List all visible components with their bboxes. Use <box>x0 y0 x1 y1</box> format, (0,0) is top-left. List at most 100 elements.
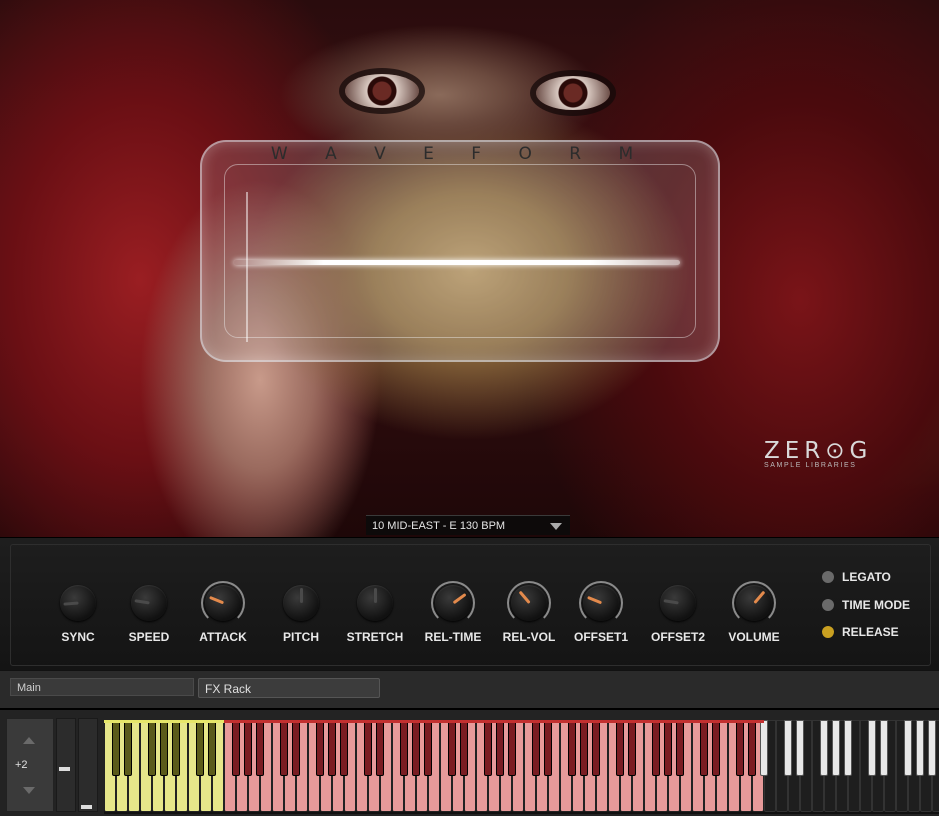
black-key[interactable] <box>124 720 132 776</box>
knob-offset2[interactable] <box>660 585 696 621</box>
black-key[interactable] <box>664 720 672 776</box>
knob-pointer-icon <box>63 601 79 606</box>
black-key[interactable] <box>148 720 156 776</box>
knob-pointer-icon <box>452 592 467 605</box>
black-key[interactable] <box>280 720 288 776</box>
black-key[interactable] <box>532 720 540 776</box>
black-key[interactable] <box>412 720 420 776</box>
black-key[interactable] <box>832 720 840 776</box>
black-key[interactable] <box>580 720 588 776</box>
black-key[interactable] <box>700 720 708 776</box>
black-key[interactable] <box>424 720 432 776</box>
black-key[interactable] <box>568 720 576 776</box>
black-key[interactable] <box>868 720 876 776</box>
black-key[interactable] <box>628 720 636 776</box>
black-key[interactable] <box>760 720 768 776</box>
black-key[interactable] <box>616 720 624 776</box>
waveform-display[interactable]: W A V E F O R M <box>200 140 720 362</box>
legato-toggle[interactable]: LEGATO <box>822 568 891 586</box>
time-mode-toggle[interactable]: TIME MODE <box>822 596 910 614</box>
tab-main[interactable]: Main <box>10 678 194 696</box>
octave-down-icon[interactable] <box>23 787 35 794</box>
black-key[interactable] <box>316 720 324 776</box>
waveform-title: W A V E F O R M <box>270 144 650 164</box>
black-key[interactable] <box>496 720 504 776</box>
black-key[interactable] <box>340 720 348 776</box>
black-key[interactable] <box>400 720 408 776</box>
black-key[interactable] <box>172 720 180 776</box>
playable-zone-indicator <box>224 720 764 723</box>
mod-wheel-handle[interactable] <box>81 805 92 809</box>
knob-sync[interactable] <box>60 585 96 621</box>
tab-fx-rack[interactable]: FX Rack <box>198 678 380 698</box>
octave-value: +2 <box>15 759 28 771</box>
black-key[interactable] <box>328 720 336 776</box>
instrument-artwork: W A V E F O R M ZER⊙G SAMPLE LIBRARIES 1… <box>0 0 939 537</box>
knob-pointer-icon <box>134 599 150 605</box>
black-key[interactable] <box>844 720 852 776</box>
waveform-start-marker[interactable] <box>246 192 248 342</box>
time-mode-label: TIME MODE <box>842 598 910 612</box>
black-key[interactable] <box>904 720 912 776</box>
black-key[interactable] <box>244 720 252 776</box>
black-key[interactable] <box>916 720 924 776</box>
black-key[interactable] <box>196 720 204 776</box>
logo-main-text: ZER⊙G <box>764 438 873 464</box>
knob-rel-time[interactable] <box>431 581 475 625</box>
artwork-eye-right <box>536 76 610 110</box>
knob-stretch[interactable] <box>357 585 393 621</box>
black-key[interactable] <box>484 720 492 776</box>
octave-up-icon[interactable] <box>23 737 35 744</box>
black-key[interactable] <box>364 720 372 776</box>
artwork-eye-left <box>345 74 419 108</box>
knob-offset1[interactable] <box>579 581 623 625</box>
knob-label: STRETCH <box>346 630 404 644</box>
black-key[interactable] <box>448 720 456 776</box>
black-key[interactable] <box>232 720 240 776</box>
black-key[interactable] <box>796 720 804 776</box>
black-key[interactable] <box>652 720 660 776</box>
black-key[interactable] <box>112 720 120 776</box>
knob-attack[interactable] <box>201 581 245 625</box>
legato-label: LEGATO <box>842 570 891 584</box>
black-key[interactable] <box>508 720 516 776</box>
piano-keyboard[interactable] <box>104 720 939 814</box>
knob-speed[interactable] <box>131 585 167 621</box>
control-panel: SYNC SPEED ATTACK PITCH STRETCH REL-TIME REL-V… <box>0 537 939 671</box>
black-key[interactable] <box>676 720 684 776</box>
black-key[interactable] <box>460 720 468 776</box>
black-key[interactable] <box>160 720 168 776</box>
pitch-bend-wheel[interactable] <box>56 718 76 812</box>
black-key[interactable] <box>292 720 300 776</box>
black-key[interactable] <box>748 720 756 776</box>
black-key[interactable] <box>928 720 936 776</box>
knob-pitch[interactable] <box>283 585 319 621</box>
black-key[interactable] <box>736 720 744 776</box>
release-indicator-icon <box>822 626 834 638</box>
knob-pointer-icon <box>663 599 679 605</box>
black-key[interactable] <box>376 720 384 776</box>
knob-pointer-icon <box>518 590 531 604</box>
waveform-display-inner <box>224 164 696 338</box>
preset-label: 10 MID-EAST - E 130 BPM <box>372 520 506 532</box>
release-toggle[interactable]: RELEASE <box>822 623 899 641</box>
black-key[interactable] <box>784 720 792 776</box>
waveform-trace <box>234 260 680 265</box>
black-key[interactable] <box>208 720 216 776</box>
keyboard-section: +2 <box>0 708 939 816</box>
keyswitch-zone-indicator <box>104 720 224 723</box>
black-key[interactable] <box>544 720 552 776</box>
knob-label: ATTACK <box>199 630 247 644</box>
black-key[interactable] <box>880 720 888 776</box>
black-key[interactable] <box>592 720 600 776</box>
preset-selector[interactable]: 10 MID-EAST - E 130 BPM <box>366 515 570 535</box>
mod-wheel[interactable] <box>78 718 98 812</box>
pitch-bend-handle[interactable] <box>59 767 70 771</box>
black-key[interactable] <box>256 720 264 776</box>
chevron-down-icon[interactable] <box>550 523 562 530</box>
black-key[interactable] <box>712 720 720 776</box>
knob-volume[interactable] <box>732 581 776 625</box>
release-label: RELEASE <box>842 625 899 639</box>
knob-rel-vol[interactable] <box>507 581 551 625</box>
black-key[interactable] <box>820 720 828 776</box>
